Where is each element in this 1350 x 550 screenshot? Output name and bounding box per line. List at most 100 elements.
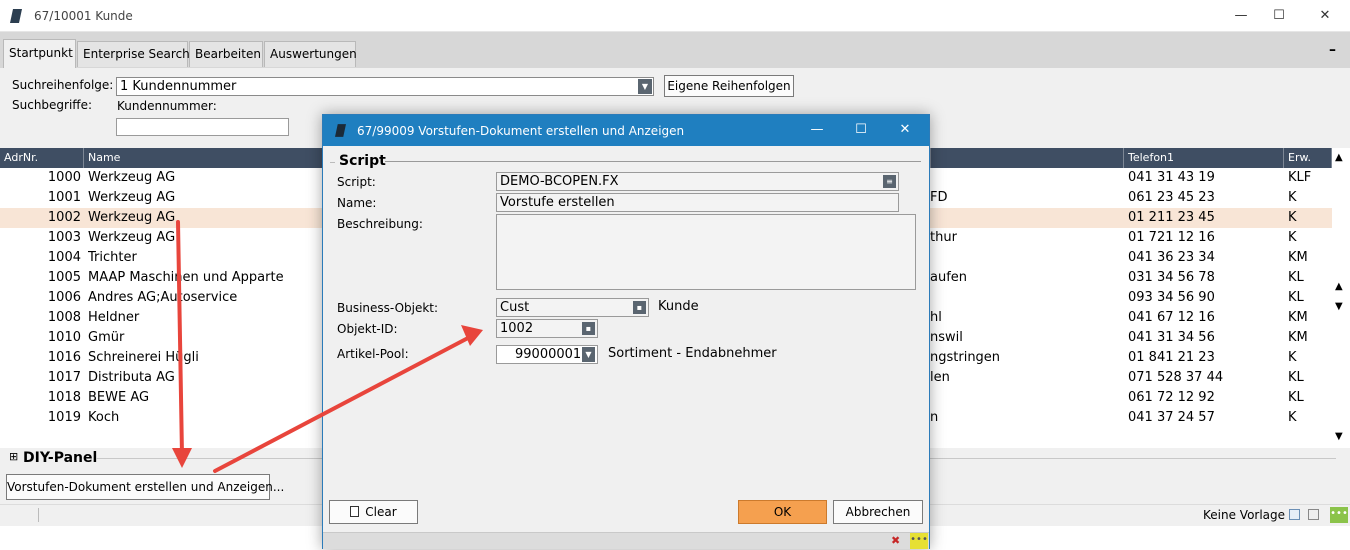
cell-erw: KM <box>1288 330 1308 345</box>
article-pool-dropdown[interactable]: 99000001 ▼ <box>496 345 598 364</box>
custom-order-button[interactable]: Eigene Reihenfolgen <box>664 75 794 97</box>
cell-adrnr: 1019 <box>47 410 81 425</box>
dialog-maximize-button[interactable]: ☐ <box>839 119 883 141</box>
column-header-name[interactable]: Name <box>84 148 324 168</box>
section-title-script: Script <box>339 153 386 169</box>
cell-ort: n <box>930 410 939 425</box>
scroll-down-icon[interactable]: ▼ <box>1335 301 1343 312</box>
cell-adrnr: 1004 <box>47 250 81 265</box>
scroll-up-icon[interactable]: ▲ <box>1335 152 1343 163</box>
clear-button[interactable]: Clear <box>329 500 418 524</box>
dialog-close-button[interactable]: ✕ <box>883 119 927 141</box>
business-object-text: Kunde <box>658 299 699 314</box>
cell-adrnr: 1010 <box>47 330 81 345</box>
tab-startpunkt[interactable]: Startpunkt <box>3 39 76 68</box>
app-logo-icon <box>335 124 346 137</box>
cell-telefon: 071 528 37 44 <box>1128 370 1224 385</box>
expand-icon[interactable]: ⊞ <box>9 450 18 463</box>
customer-number-input[interactable] <box>116 118 289 136</box>
document-icon[interactable] <box>1289 509 1300 520</box>
cell-telefon: 031 34 56 78 <box>1128 270 1215 285</box>
cell-name: Koch <box>88 410 120 425</box>
tab-enterprise-search[interactable]: Enterprise Search <box>77 41 190 67</box>
script-label: Script: <box>337 175 376 189</box>
cell-ort <box>930 248 1120 268</box>
chevron-down-icon[interactable]: ▼ <box>582 347 595 362</box>
article-pool-text: Sortiment - Endabnehmer <box>608 346 777 361</box>
script-value: DEMO-BCOPEN.FX <box>500 174 619 189</box>
cell-adrnr: 1018 <box>47 390 81 405</box>
chevron-down-icon[interactable]: ▼ <box>638 79 652 94</box>
column-header-adrnr[interactable]: AdrNr. <box>0 148 84 168</box>
cell-ort: thur <box>930 230 957 245</box>
cell-erw: K <box>1288 410 1297 425</box>
cancel-button[interactable]: Abbrechen <box>833 500 923 524</box>
cell-telefon: 041 67 12 16 <box>1128 310 1215 325</box>
dialog-status-bar: ✖ ••• <box>323 532 929 549</box>
scroll-up-icon[interactable]: ▲ <box>1335 281 1343 292</box>
cell-telefon: 041 37 24 57 <box>1128 410 1215 425</box>
cell-erw: K <box>1288 210 1297 225</box>
maximize-button[interactable]: ☐ <box>1256 4 1302 28</box>
customer-number-label: Kundennummer: <box>117 99 217 113</box>
window-title: 67/10001 Kunde <box>34 9 133 23</box>
cell-adrnr: 1003 <box>47 230 81 245</box>
name-label: Name: <box>337 196 377 210</box>
column-header-erw[interactable]: Erw. <box>1284 148 1332 168</box>
script-field[interactable]: DEMO-BCOPEN.FX ≡ <box>496 172 899 191</box>
business-object-label: Business-Objekt: <box>337 301 439 315</box>
status-indicator: ••• <box>910 533 928 549</box>
collapse-ribbon-button[interactable]: – <box>1329 42 1336 58</box>
cell-erw: KM <box>1288 250 1308 265</box>
menu-icon[interactable]: ≡ <box>883 175 896 188</box>
pin-icon[interactable]: ✖ <box>891 534 900 547</box>
lookup-icon[interactable]: ▪ <box>633 301 646 314</box>
article-pool-value: 99000001 <box>515 347 582 362</box>
document-icon <box>350 506 360 517</box>
business-object-value: Cust <box>500 300 530 315</box>
object-id-field[interactable]: 1002 ▪ <box>496 319 598 338</box>
cell-adrnr: 1017 <box>47 370 81 385</box>
cell-telefon: 01 721 12 16 <box>1128 230 1215 245</box>
cell-adrnr: 1006 <box>47 290 81 305</box>
description-textarea[interactable] <box>496 214 916 290</box>
article-pool-label: Artikel-Pool: <box>337 347 409 361</box>
ok-button[interactable]: OK <box>738 500 827 524</box>
cell-ort <box>930 388 1120 408</box>
business-object-field[interactable]: Cust ▪ <box>496 298 649 317</box>
cell-erw: KL <box>1288 390 1304 405</box>
column-header-telefon[interactable]: Telefon1 <box>1124 148 1284 168</box>
column-header-ort[interactable] <box>930 148 1124 168</box>
cell-name: Werkzeug AG <box>88 170 176 185</box>
cell-name: Distributa AG <box>88 370 175 385</box>
tab-auswertungen[interactable]: Auswertungen <box>264 41 357 67</box>
clear-button-label: Clear <box>365 505 397 519</box>
dialog-minimize-button[interactable]: — <box>795 119 839 141</box>
cell-adrnr: 1002 <box>47 210 81 225</box>
cell-telefon: 061 72 12 92 <box>1128 390 1215 405</box>
name-field[interactable]: Vorstufe erstellen <box>496 193 899 212</box>
cell-telefon: 041 31 34 56 <box>1128 330 1215 345</box>
cell-name: Trichter <box>88 250 137 265</box>
scroll-down-icon[interactable]: ▼ <box>1335 431 1343 442</box>
diy-panel-title: DIY-Panel <box>23 450 98 466</box>
cell-name: Werkzeug AG <box>88 230 176 245</box>
create-preliminary-document-button[interactable]: Vorstufen-Dokument erstellen und Anzeige… <box>6 474 284 500</box>
divider <box>38 508 39 522</box>
search-terms-label: Suchbegriffe: <box>12 98 93 112</box>
cell-adrnr: 1016 <box>47 350 81 365</box>
cell-ort: hl <box>930 310 942 325</box>
cell-telefon: 061 23 45 23 <box>1128 190 1215 205</box>
cell-ort <box>930 288 1120 308</box>
cell-erw: KM <box>1288 310 1308 325</box>
cell-ort <box>930 168 1120 188</box>
lookup-icon[interactable]: ▪ <box>582 322 595 335</box>
cell-ort: aufen <box>930 270 968 285</box>
cell-adrnr: 1005 <box>47 270 81 285</box>
close-button[interactable]: ✕ <box>1302 4 1348 28</box>
cell-telefon: 01 841 21 23 <box>1128 350 1215 365</box>
search-order-dropdown[interactable]: 1 Kundennummer ▼ <box>116 77 654 96</box>
cell-name: Andres AG;Autoservice <box>88 290 238 305</box>
tab-bearbeiten[interactable]: Bearbeiten <box>189 41 263 67</box>
close-template-icon[interactable] <box>1308 509 1319 520</box>
